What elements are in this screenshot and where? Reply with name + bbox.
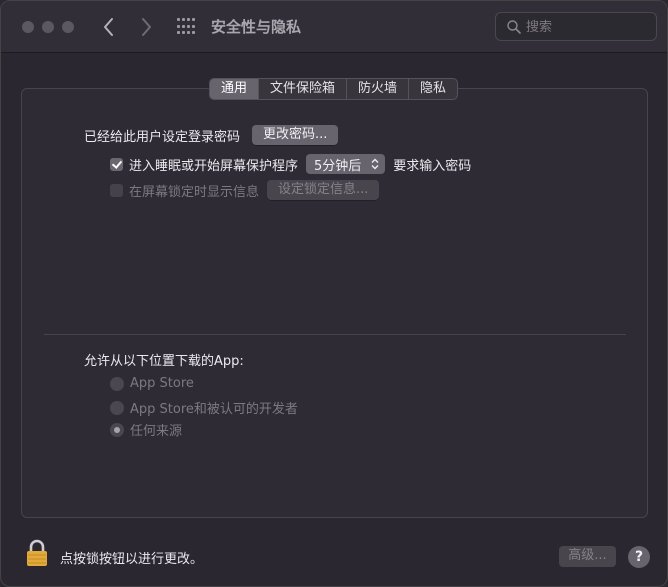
advanced-button[interactable]: 高级... [559,546,616,567]
download-option-anywhere[interactable]: 任何来源 [110,420,182,439]
require-password-delay-select[interactable]: 5分钟后 [306,154,386,174]
show-all-grid-icon[interactable] [177,18,195,36]
password-row: 已经给此用户设定登录密码 更改密码... [84,125,339,145]
window-title: 安全性与隐私 [211,18,302,36]
tab-general[interactable]: 通用 [210,79,260,99]
tab-firewall[interactable]: 防火墙 [347,79,410,99]
download-option-appstore[interactable]: App Store [110,376,194,391]
search-field[interactable] [495,12,657,41]
zoom-window-button[interactable] [62,21,74,33]
require-password-suffix: 要求输入密码 [393,158,472,174]
change-password-button[interactable]: 更改密码... [252,125,339,145]
search-input[interactable] [526,17,646,37]
search-icon [507,20,521,34]
download-heading-row: 允许从以下位置下载的App: [84,350,244,369]
updown-arrows-icon [371,158,379,170]
download-heading: 允许从以下位置下载的App: [84,354,244,369]
lock-hint-text: 点按锁按钮以进行更改。 [60,552,204,567]
tab-filevault[interactable]: 文件保险箱 [259,79,348,99]
minimize-window-button[interactable] [42,21,54,33]
preferences-window: 安全性与隐私 通用 文件保险箱 防火墙 隐私 已经给此用户设定登录密码 更改密码… [0,0,668,587]
close-window-button[interactable] [22,21,34,33]
require-password-checkbox[interactable] [110,157,123,171]
radio-appstore[interactable] [110,376,124,391]
radio-anywhere[interactable] [110,422,124,437]
show-message-checkbox[interactable] [110,183,123,197]
chevron-right-icon [142,18,151,36]
show-message-row: 在屏幕锁定时显示信息 设定锁定信息... [110,180,380,200]
help-button[interactable]: ? [628,546,650,568]
title-bar: 安全性与隐私 [1,1,667,53]
password-set-label: 已经给此用户设定登录密码 [84,129,241,145]
show-message-label: 在屏幕锁定时显示信息 [129,184,260,200]
chevron-left-icon [104,18,113,36]
require-password-row: 进入睡眠或开始屏幕保护程序 5分钟后 要求输入密码 [110,154,471,174]
lock-icon[interactable] [25,539,49,567]
download-option-identified[interactable]: App Store和被认可的开发者 [110,398,298,417]
radio-identified-label: App Store和被认可的开发者 [130,402,298,417]
tab-privacy[interactable]: 隐私 [409,79,457,99]
back-button[interactable] [96,13,122,41]
forward-button[interactable] [133,13,159,41]
radio-identified-developers[interactable] [110,400,124,415]
tab-bar: 通用 文件保险箱 防火墙 隐私 [209,78,459,100]
require-password-label: 进入睡眠或开始屏幕保护程序 [129,158,299,174]
radio-anywhere-label: 任何来源 [130,424,183,439]
set-lock-message-button[interactable]: 设定锁定信息... [267,180,380,200]
radio-appstore-label: App Store [130,376,194,391]
delay-select-value: 5分钟后 [314,158,362,174]
section-divider [44,334,626,335]
general-panel [21,88,648,518]
